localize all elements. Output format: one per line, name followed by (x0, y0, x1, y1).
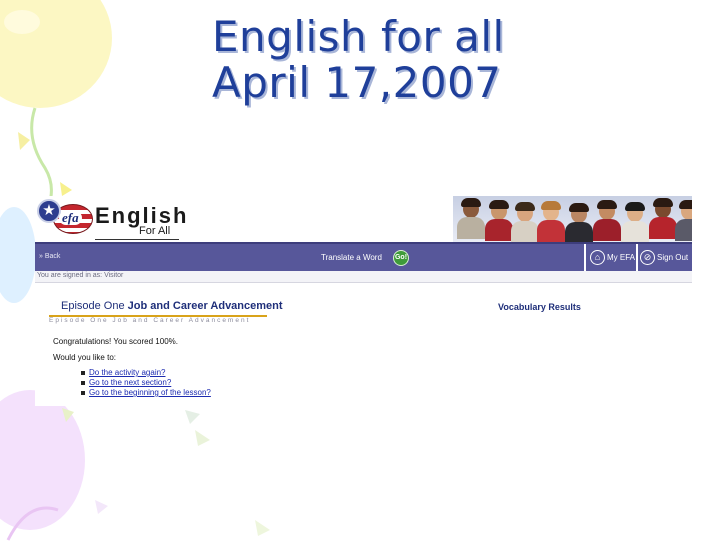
person-figure (649, 198, 677, 242)
next-section-link[interactable]: Go to the next section? (89, 378, 171, 387)
options-list: Do the activity again? Go to the next se… (81, 368, 211, 398)
my-efa-button[interactable]: ⌂ My EFA (590, 250, 635, 266)
logo-divider (95, 239, 179, 240)
bullet-icon (81, 390, 85, 395)
person-figure (593, 200, 621, 242)
slide-title-line2: April 17,2007 (212, 58, 502, 107)
back-link[interactable]: » Back (39, 253, 60, 260)
nav-divider (636, 244, 638, 271)
sign-out-icon: ⊘ (640, 250, 655, 266)
bullet-icon (81, 380, 85, 385)
lesson-beginning-link[interactable]: Go to the beginning of the lesson? (89, 388, 211, 397)
episode-prefix: Episode One (61, 300, 125, 312)
do-activity-again-link[interactable]: Do the activity again? (89, 368, 166, 377)
embedded-screenshot: ★ efa English For All » Back Translate a… (35, 196, 692, 406)
site-banner: ★ efa English For All (35, 196, 692, 242)
person-figure (621, 202, 649, 242)
person-figure (565, 203, 593, 242)
banner-photo (453, 196, 692, 242)
list-item: Go to the beginning of the lesson? (81, 388, 211, 398)
person-figure (537, 201, 565, 242)
status-bar: You are signed in as: Visitor (35, 271, 692, 283)
logo-tagline: For All (139, 225, 171, 237)
episode-name: Job and Career Advancement (127, 300, 283, 312)
bullet-icon (81, 370, 85, 375)
star-icon: ★ (37, 199, 61, 223)
house-icon: ⌂ (590, 250, 605, 266)
results-title: Vocabulary Results (498, 302, 581, 312)
sign-out-label: Sign Out (657, 253, 689, 262)
person-figure (675, 200, 692, 242)
nav-divider (584, 244, 586, 271)
translate-word-label: Translate a Word (321, 253, 382, 262)
site-navbar: » Back Translate a Word Go! ⌂ My EFA ⊘ Sig… (35, 242, 692, 271)
episode-subtitle: Episode One Job and Career Advancement (49, 317, 251, 324)
slide-title-line1: English for all (212, 12, 505, 61)
go-button[interactable]: Go! (393, 250, 409, 266)
logo-badge: efa (59, 211, 82, 225)
logo-name: English (95, 203, 189, 228)
person-figure (485, 200, 513, 242)
sign-out-button[interactable]: ⊘ Sign Out (640, 250, 688, 266)
slide-title: English for all April 17,2007 (212, 14, 505, 106)
status-text: You are signed in as: Visitor (37, 272, 124, 279)
person-figure (511, 202, 539, 242)
episode-title: Episode One Job and Career Advancement (61, 300, 283, 312)
list-item: Go to the next section? (81, 378, 211, 388)
score-message: Congratulations! You scored 100%. (53, 337, 178, 346)
options-prompt: Would you like to: (53, 353, 116, 362)
list-item: Do the activity again? (81, 368, 211, 378)
my-efa-label: My EFA (607, 253, 636, 262)
person-figure (457, 198, 485, 242)
